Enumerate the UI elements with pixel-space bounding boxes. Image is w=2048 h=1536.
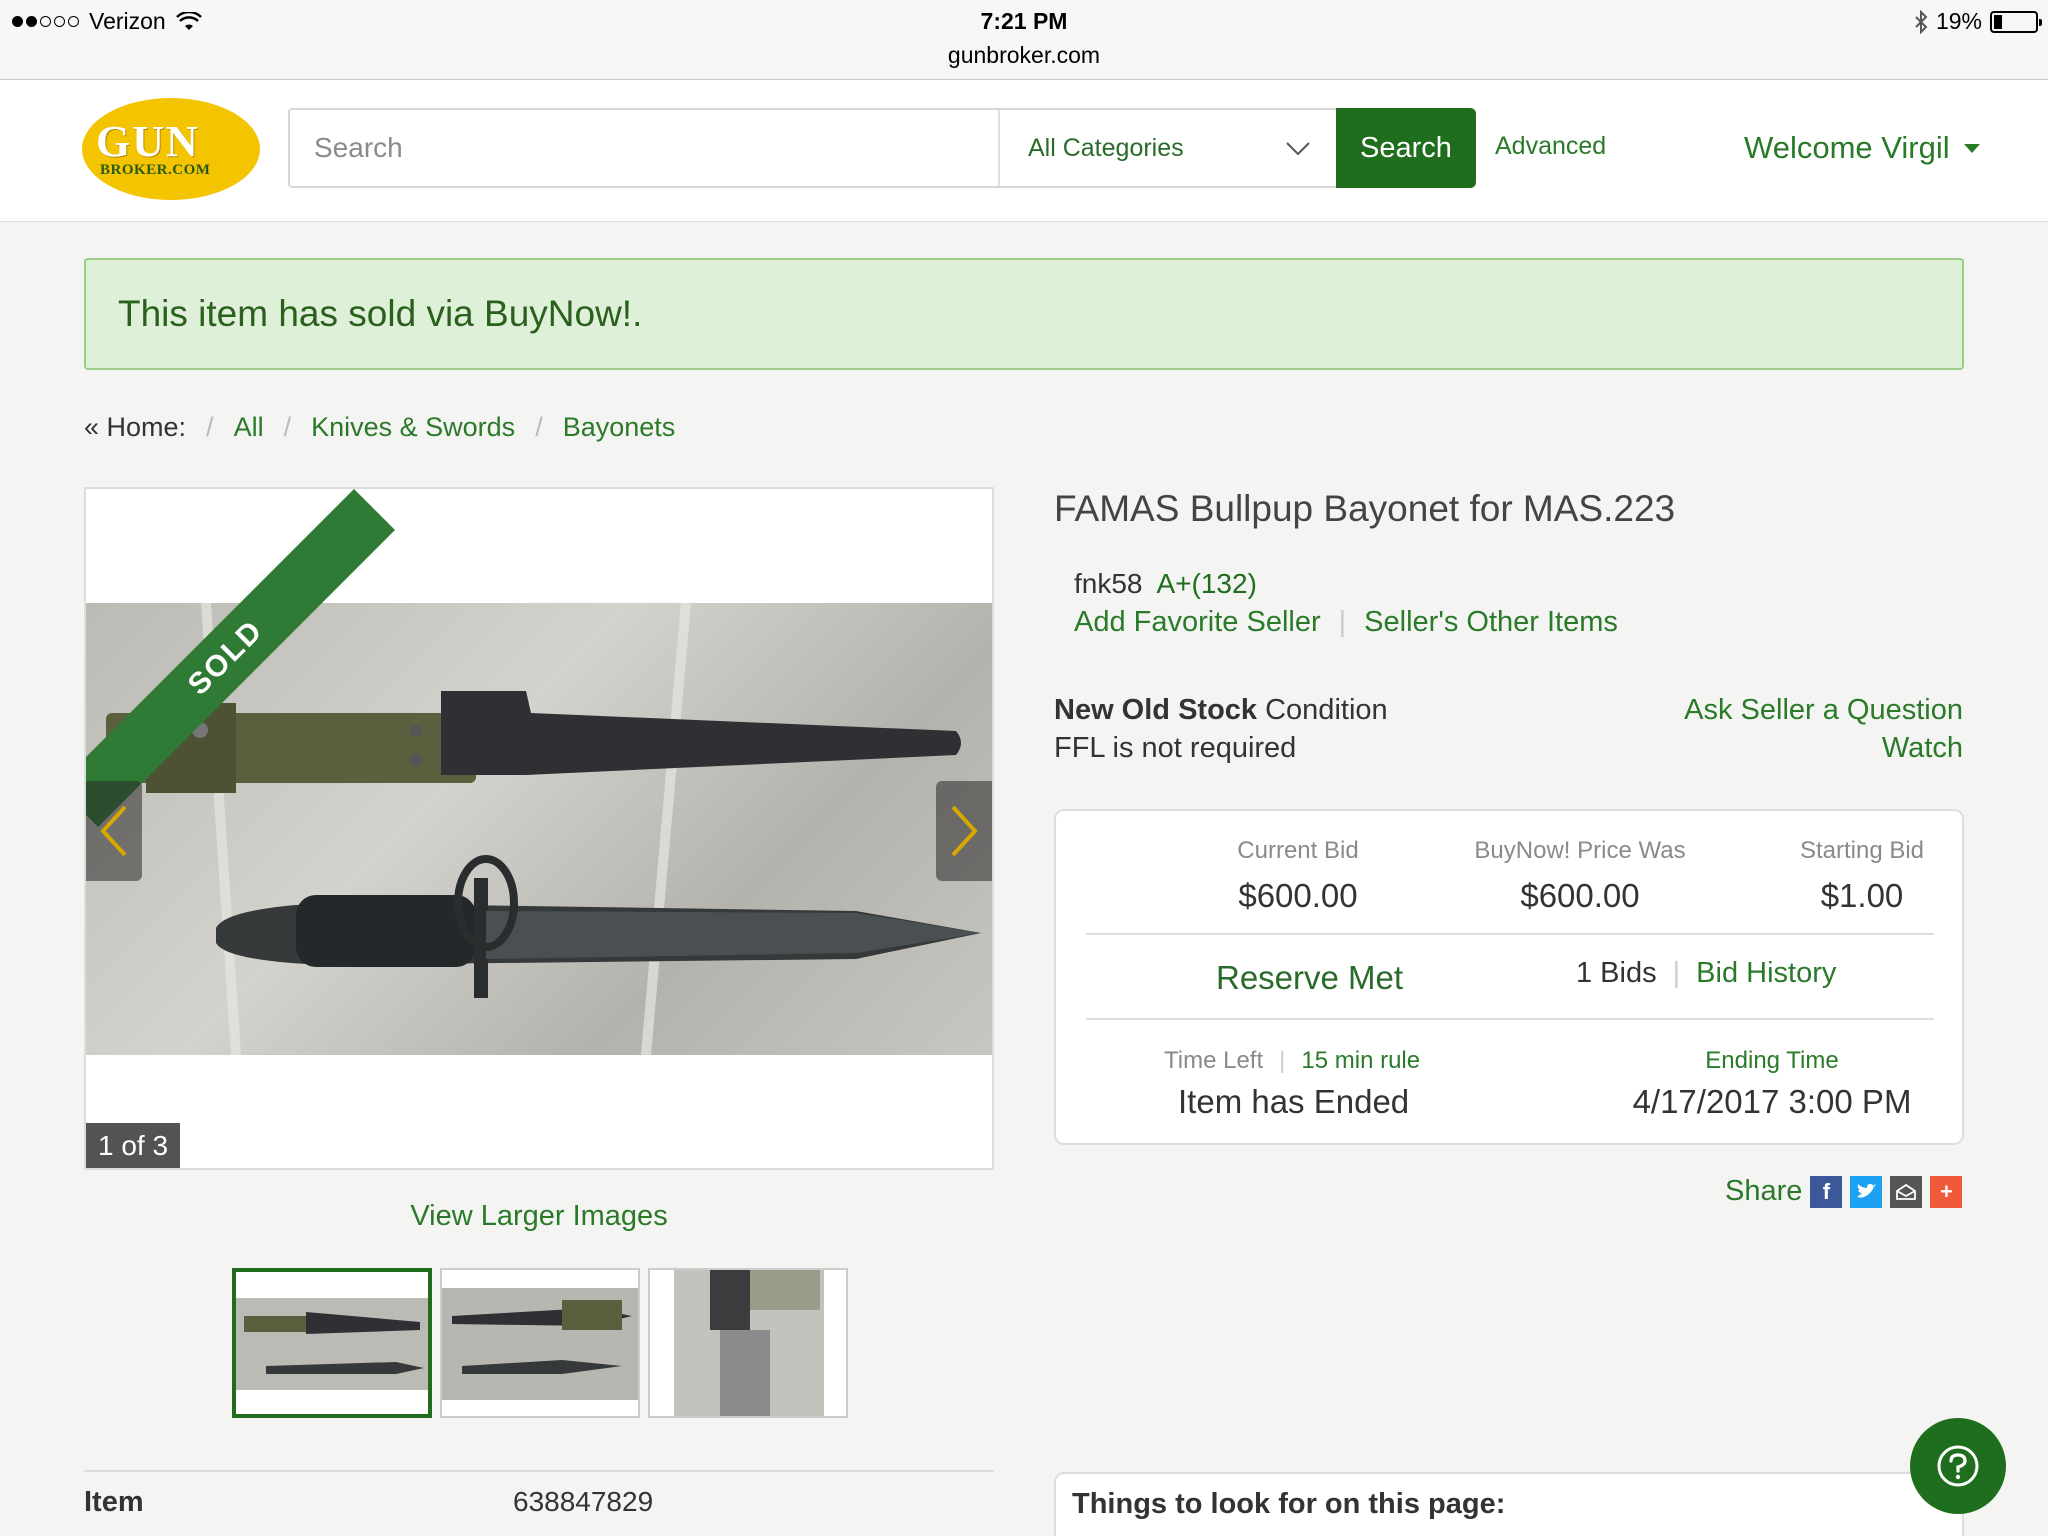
ending-time-value: 4/17/2017 3:00 PM [1632,1083,1912,1120]
item-number: 638847829 [513,1486,654,1517]
advanced-search-link[interactable]: Advanced [1495,132,1606,161]
twitter-icon[interactable] [1850,1175,1883,1208]
gunbroker-logo[interactable]: GUN BROKER.COM [82,98,260,200]
chevron-right-icon [951,805,978,857]
breadcrumb-home[interactable]: « Home: [84,412,186,443]
thumbnail-3[interactable] [648,1268,848,1418]
battery-percent: 19% [1935,8,1982,34]
fifteen-min-rule-link[interactable]: 15 min rule [1301,1047,1420,1075]
battery-area: 19% [1914,8,2042,35]
question-mark-icon [1937,1445,1979,1487]
bid-history-link[interactable]: Bid History [1696,957,1836,990]
reserve-status: Reserve Met [1216,959,1404,996]
sold-banner: This item has sold via BuyNow!. [84,258,1964,370]
prev-image-button[interactable] [86,781,142,881]
ask-seller-link[interactable]: Ask Seller a Question [1684,694,1963,727]
current-bid-value: $600.00 [1238,877,1358,914]
bid-count: 1 Bids [1576,957,1657,989]
plus-icon[interactable]: + [1930,1175,1963,1208]
logo-text-bottom: BROKER.COM [100,162,211,178]
breadcrumb-knives-swords[interactable]: Knives & Swords [311,412,515,443]
buynow-price: BuyNow! Price Was $600.00 [1450,837,1710,915]
share-bar: Share f + [1725,1175,1963,1208]
breadcrumb-all[interactable]: All [234,412,264,443]
facebook-icon[interactable]: f [1810,1175,1843,1208]
breadcrumb-bayonets[interactable]: Bayonets [563,412,676,443]
item-number-row: Item 638847829 [84,1470,994,1536]
email-icon[interactable] [1890,1175,1923,1208]
thumbnail-strip [232,1268,848,1418]
condition: New Old Stock Condition [1054,694,1388,727]
category-select[interactable]: All Categories [998,110,1336,186]
condition-label: Condition [1265,694,1388,726]
listing-title: FAMAS Bullpup Bayonet for MAS.223 [1054,488,1676,529]
link-separator: | [1279,1047,1286,1074]
view-larger-images-link[interactable]: View Larger Images [84,1200,994,1233]
thumbnail-1[interactable] [232,1268,432,1418]
logo-text-top: GUN [96,117,200,166]
bluetooth-icon [1915,9,1928,34]
divider [1086,933,1934,935]
search-button[interactable]: Search [1336,108,1476,188]
watch-link[interactable]: Watch [1882,732,1963,765]
ending-time-label: Ending Time [1705,1047,1839,1074]
time-left-header: Time Left | 15 min rule [1164,1047,1420,1075]
buynow-label: BuyNow! Price Was [1474,837,1686,864]
breadcrumb-separator: / [535,412,543,442]
site-header: GUN BROKER.COM All Categories Search Adv… [0,80,2048,222]
thumbnail-image [442,1270,638,1416]
category-select-value: All Categories [1028,133,1184,162]
image-counter: 1 of 3 [86,1123,180,1168]
link-separator: | [1338,606,1347,638]
seller-links: Add Favorite Seller | Seller's Other Ite… [1074,606,1618,639]
welcome-text: Welcome Virgil [1744,130,1950,165]
starting-bid-value: $1.00 [1820,877,1904,914]
bids-info: 1 Bids | Bid History [1576,957,1836,990]
ios-status-bar: Verizon 7:21 PM gunbroker.com 19% [0,0,2048,80]
next-image-button[interactable] [936,781,992,881]
chevron-down-icon [1286,142,1310,156]
ffl-status: FFL is not required [1054,732,1297,764]
things-to-look-for-panel: Things to look for on this page: [1054,1472,1964,1536]
battery-icon [1990,10,2042,33]
share-label: Share [1725,1175,1803,1207]
image-gallery: SOLD 1 of 3 [84,487,994,1170]
thumbnail-2[interactable] [440,1268,640,1418]
starting-bid: Starting Bid $1.00 [1732,837,1992,915]
current-bid-label: Current Bid [1237,837,1359,864]
current-bid: Current Bid $600.00 [1168,837,1428,915]
buynow-value: $600.00 [1520,877,1640,914]
seller-info: fnk58 A+(132) [1074,568,1257,600]
seller-rating[interactable]: A+(132) [1157,568,1257,599]
time-left-label: Time Left [1164,1047,1264,1074]
account-menu[interactable]: Welcome Virgil [1744,130,1980,166]
thumbnail-image [650,1270,846,1416]
time-left-value: Item has Ended [1178,1083,1410,1120]
breadcrumb: « Home: / All / Knives & Swords / Bayone… [84,412,675,443]
bid-box: Current Bid $600.00 BuyNow! Price Was $6… [1054,809,1964,1145]
link-separator: | [1672,957,1681,989]
add-favorite-seller-link[interactable]: Add Favorite Seller [1074,606,1321,639]
help-button[interactable] [1910,1418,2006,1514]
condition-value: New Old Stock [1054,694,1258,726]
thumbnail-image [236,1272,428,1414]
caret-down-icon [1963,143,1980,153]
seller-other-items-link[interactable]: Seller's Other Items [1364,606,1618,639]
starting-bid-label: Starting Bid [1799,837,1925,864]
search-input[interactable] [290,110,998,186]
item-label: Item [84,1486,144,1518]
search-bar: All Categories [288,108,1476,188]
breadcrumb-separator: / [283,412,292,442]
breadcrumb-separator: / [206,412,214,442]
url-bar[interactable]: gunbroker.com [0,42,2048,69]
chevron-left-icon [100,805,127,857]
divider [1086,1018,1934,1020]
clock: 7:21 PM [980,8,1068,34]
seller-name[interactable]: fnk58 [1074,568,1143,599]
